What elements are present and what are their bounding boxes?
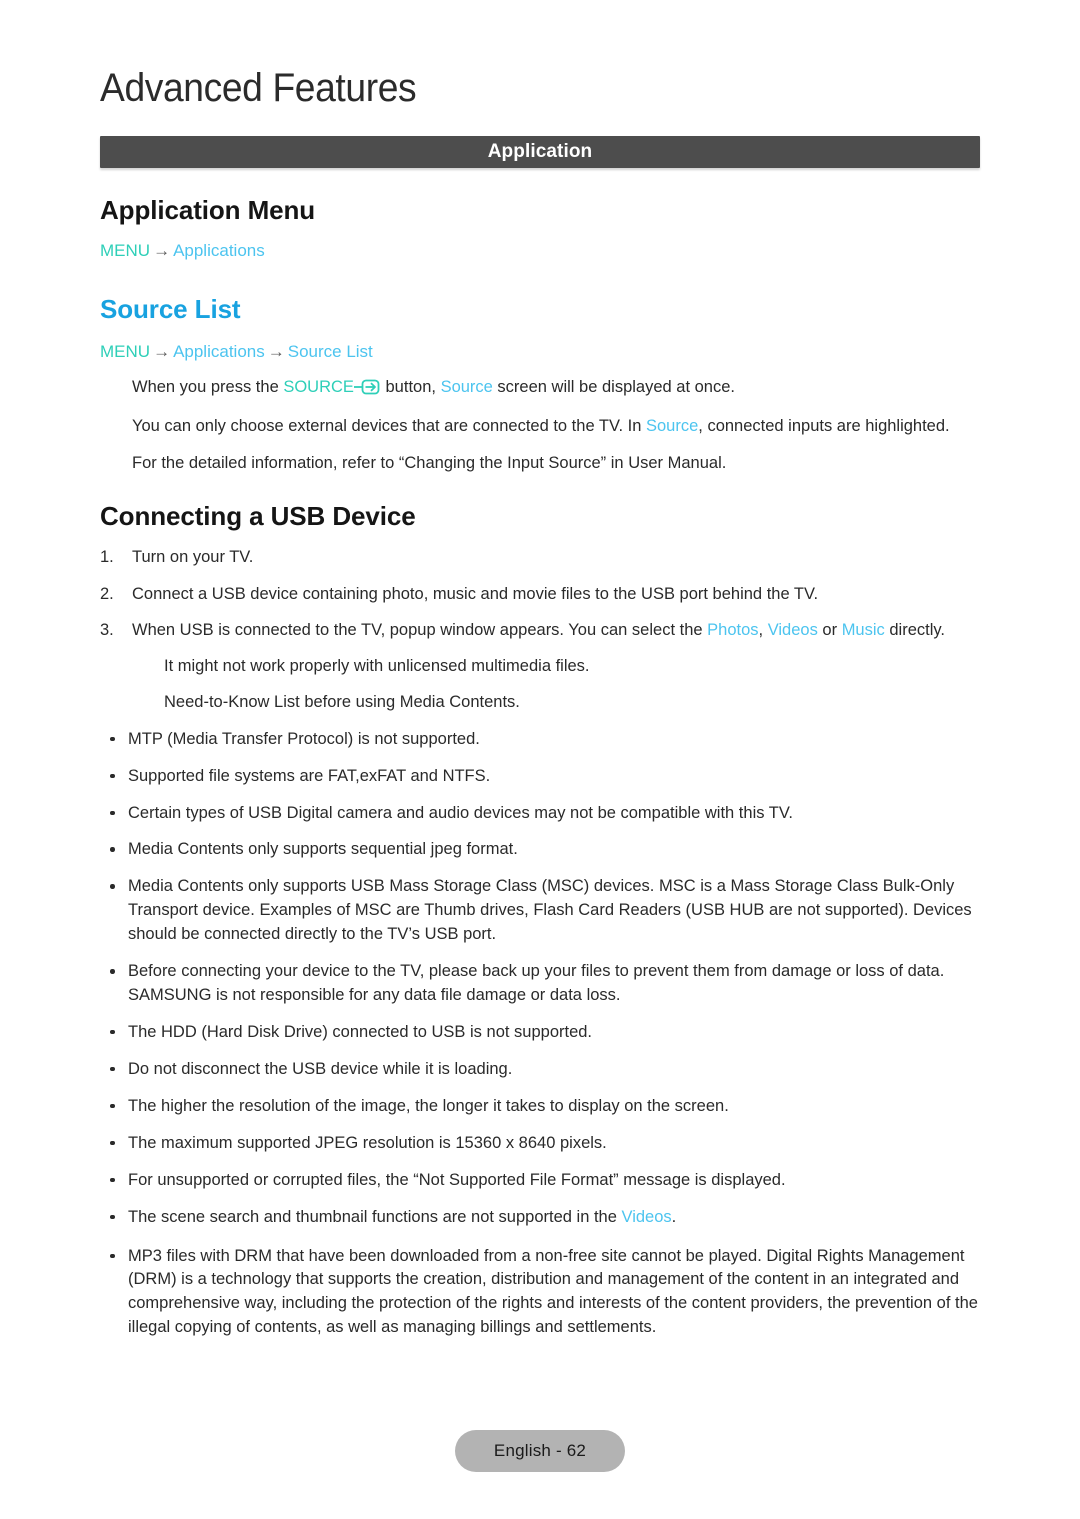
bullet-dot-icon — [110, 884, 115, 889]
bullet-text: Before connecting your device to the TV,… — [128, 962, 945, 1005]
bullet-text: The HDD (Hard Disk Drive) connected to U… — [128, 1022, 593, 1041]
content-column: Application Menu MENU → Applications Sourc… — [100, 196, 980, 1340]
bullet-text: . — [671, 1207, 677, 1226]
page-footer-badge: English - 62 — [455, 1430, 625, 1472]
arrow-right-icon: → — [153, 240, 171, 260]
breadcrumb-menu: MENU — [100, 341, 151, 361]
source-remote-button-icon — [353, 379, 380, 401]
list-item: The HDD (Hard Disk Drive) connected to U… — [100, 1021, 980, 1045]
bullet-text: Media Contents only supports sequential … — [128, 840, 518, 859]
paragraph-external-devices: You can only choose external devices tha… — [100, 415, 980, 437]
breadcrumb-applications: Applications — [173, 240, 265, 260]
bullet-text: Certain types of USB Digital camera and … — [128, 803, 793, 822]
arrow-right-icon: → — [267, 341, 285, 361]
chapter-title: Advanced Features — [100, 66, 417, 110]
bullet-text: The higher the resolution of the image, … — [128, 1096, 729, 1115]
bullet-dot-icon — [110, 1177, 115, 1183]
bullet-text: Supported file systems are FAT,exFAT and… — [128, 766, 491, 785]
step-text: , — [758, 620, 768, 639]
step-text: When USB is connected to the TV, popup w… — [132, 620, 708, 639]
breadcrumb-applications: Applications — [173, 341, 265, 361]
list-item: 3. When USB is connected to the TV, popup… — [100, 619, 980, 641]
breadcrumb-source-list: Source List — [287, 341, 373, 361]
section-bar-label: Application — [487, 141, 593, 162]
bullet-dot-icon — [110, 1029, 115, 1035]
bullet-text: The maximum supported JPEG resolution is… — [128, 1133, 607, 1152]
videos-term: Videos — [767, 620, 818, 639]
source-button-label: SOURCE — [283, 377, 354, 396]
bullet-dot-icon — [110, 1253, 115, 1259]
source-term: Source — [440, 377, 493, 396]
breadcrumb-application-menu: MENU → Applications — [100, 241, 980, 261]
bullet-dot-icon — [110, 810, 115, 816]
list-item: Media Contents only supports sequential … — [100, 838, 980, 862]
videos-term: Videos — [621, 1207, 672, 1226]
document-page: Advanced Features Application Applicatio… — [0, 0, 1080, 1519]
paragraph-text: When you press the — [132, 377, 284, 396]
paragraph-source-press: When you press the SOURCE button, Source… — [100, 376, 980, 401]
step-number: 3. — [100, 620, 114, 639]
bullet-dot-icon — [110, 1103, 115, 1109]
list-item: 1. Turn on your TV. — [100, 546, 980, 568]
step-text: Turn on your TV. — [132, 548, 254, 567]
paragraph-text: screen will be displayed at once. — [492, 377, 735, 396]
arrow-right-icon: → — [153, 341, 171, 361]
list-item: Do not disconnect the USB device while i… — [100, 1058, 980, 1082]
list-item: Supported file systems are FAT,exFAT and… — [100, 765, 980, 789]
step-number: 1. — [100, 548, 114, 567]
step-text: directly. — [884, 620, 945, 639]
paragraph-detailed-info: For the detailed information, refer to “… — [132, 453, 727, 472]
step-number: 2. — [100, 584, 114, 603]
usb-steps-list: 1. Turn on your TV. 2. Connect a USB devic… — [100, 546, 980, 641]
bullet-text: For unsupported or corrupted files, the … — [128, 1170, 786, 1189]
bullet-text: MP3 files with DRM that have been downlo… — [128, 1246, 978, 1337]
bullet-dot-icon — [110, 1140, 115, 1146]
paragraph-text: button, — [380, 377, 441, 396]
section-bar: Application — [100, 136, 980, 168]
list-item: For unsupported or corrupted files, the … — [100, 1169, 980, 1193]
paragraph-text: You can only choose external devices tha… — [132, 417, 646, 436]
bullet-text: The scene search and thumbnail functions… — [128, 1207, 622, 1226]
music-term: Music — [841, 620, 885, 639]
photos-term: Photos — [707, 620, 759, 639]
bullet-dot-icon — [110, 736, 115, 742]
list-item: The higher the resolution of the image, … — [100, 1095, 980, 1119]
heading-connecting-usb-device: Connecting a USB Device — [100, 500, 416, 531]
substep-need-to-know: Need-to-Know List before using Media Con… — [164, 693, 520, 712]
list-item: MTP (Media Transfer Protocol) is not sup… — [100, 728, 980, 752]
bullet-text: Media Contents only supports USB Mass St… — [128, 877, 972, 944]
substep-unlicensed-files: It might not work properly with unlicens… — [164, 657, 590, 676]
bullet-dot-icon — [110, 969, 115, 974]
list-item: MP3 files with DRM that have been downlo… — [100, 1245, 980, 1341]
bullet-dot-icon — [110, 773, 115, 779]
list-item: Before connecting your device to the TV,… — [100, 960, 980, 1008]
list-item: Media Contents only supports USB Mass St… — [100, 875, 980, 947]
bullet-dot-icon — [110, 1066, 115, 1072]
breadcrumb-menu: MENU — [100, 240, 151, 260]
usb-notes-bullet-list: MTP (Media Transfer Protocol) is not sup… — [100, 728, 980, 1341]
list-item: The scene search and thumbnail functions… — [100, 1206, 980, 1230]
source-term: Source — [646, 417, 699, 436]
step-text: or — [817, 620, 842, 639]
list-item: Certain types of USB Digital camera and … — [100, 802, 980, 826]
page-number-label: English - 62 — [493, 1441, 587, 1460]
bullet-dot-icon — [110, 847, 115, 852]
paragraph-text: , connected inputs are highlighted. — [698, 417, 950, 436]
step-text: Connect a USB device containing photo, m… — [132, 584, 819, 603]
bullet-text: MTP (Media Transfer Protocol) is not sup… — [128, 729, 480, 748]
heading-application-menu: Application Menu — [100, 195, 316, 225]
list-item: The maximum supported JPEG resolution is… — [100, 1132, 980, 1156]
heading-source-list: Source List — [100, 293, 241, 324]
list-item: 2. Connect a USB device containing photo,… — [100, 583, 980, 605]
bullet-dot-icon — [110, 1214, 115, 1220]
bullet-text: Do not disconnect the USB device while i… — [128, 1059, 513, 1078]
breadcrumb-source-list: MENU → Applications → Source List — [100, 342, 980, 362]
